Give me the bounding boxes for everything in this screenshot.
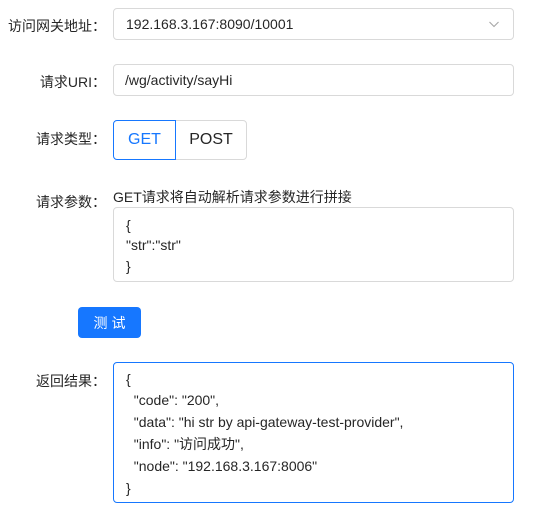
result-line: } [126, 480, 131, 496]
uri-label: 请求URI： [39, 74, 106, 90]
result-textarea[interactable]: { "code": "200", "data": "hi str by api-… [113, 362, 514, 503]
params-label: 请求参数： [36, 194, 106, 210]
chevron-down-icon [489, 21, 499, 28]
result-line: "code": "200", [126, 392, 220, 408]
result-line: { [126, 371, 131, 387]
params-textarea[interactable]: { "str":"str" } [113, 207, 514, 282]
params-line: } [126, 258, 131, 274]
result-line: "data": "hi str by api-gateway-test-prov… [126, 414, 404, 430]
method-label: 请求类型： [36, 131, 106, 147]
method-option-get[interactable]: GET [113, 120, 176, 160]
params-line: "str":"str" [126, 237, 181, 253]
result-line: "info": "访问成功", [126, 436, 244, 452]
params-line: { [126, 217, 131, 233]
method-option-post[interactable]: POST [175, 120, 247, 160]
gateway-select-value: 192.168.3.167:8090/10001 [126, 16, 294, 32]
gateway-select[interactable]: 192.168.3.167:8090/10001 [113, 8, 514, 40]
uri-input[interactable] [113, 64, 514, 96]
method-radio-group: GET POST [113, 120, 247, 160]
result-line: "node": "192.168.3.167:8006" [126, 458, 318, 474]
gateway-label: 访问网关地址： [8, 18, 106, 34]
params-hint: GET请求将自动解析请求参数进行拼接 [113, 189, 352, 205]
test-button[interactable]: 测试 [78, 307, 141, 338]
result-label: 返回结果： [36, 373, 106, 389]
